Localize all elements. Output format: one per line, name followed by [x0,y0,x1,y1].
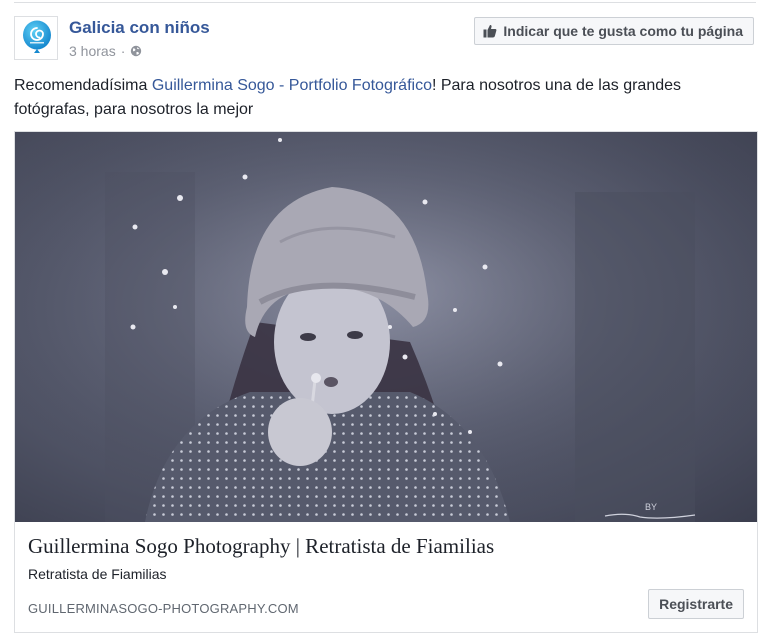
balloon-logo-icon [23,20,51,53]
like-page-button[interactable]: Indicar que te gusta como tu página [474,17,754,45]
link-preview-card[interactable]: BY Guillermina Sogo Photography | Retrat… [14,131,758,633]
photo-girl-blowing-dandelion: BY [15,132,757,522]
tagged-page-link[interactable]: Guillermina Sogo - Portfolio Fotográfico [152,77,432,94]
like-page-label: Indicar que te gusta como tu página [503,23,743,39]
top-divider [14,2,756,3]
link-title[interactable]: Guillermina Sogo Photography | Retratist… [28,534,494,559]
page-name-link[interactable]: Galicia con niños [69,18,210,38]
post-text-intro: Recomendadísima [14,77,152,94]
meta-separator: · [120,43,126,59]
link-preview-image[interactable]: BY [15,132,757,522]
photo-signature: BY [645,502,657,512]
globe-icon[interactable] [130,45,142,57]
link-domain: GUILLERMINASOGO-PHOTOGRAPHY.COM [28,601,299,616]
register-button[interactable]: Registrarte [648,589,744,619]
post-header: Galicia con niños 3 horas · Indicar que … [14,16,754,64]
link-description: Retratista de Fiamilias [28,566,167,582]
post-text: Recomendadísima Guillermina Sogo - Portf… [14,74,744,122]
thumbs-up-icon [483,24,497,38]
post-meta: 3 horas · [69,43,142,59]
post-timestamp[interactable]: 3 horas [69,43,116,59]
page-avatar[interactable] [14,16,58,60]
